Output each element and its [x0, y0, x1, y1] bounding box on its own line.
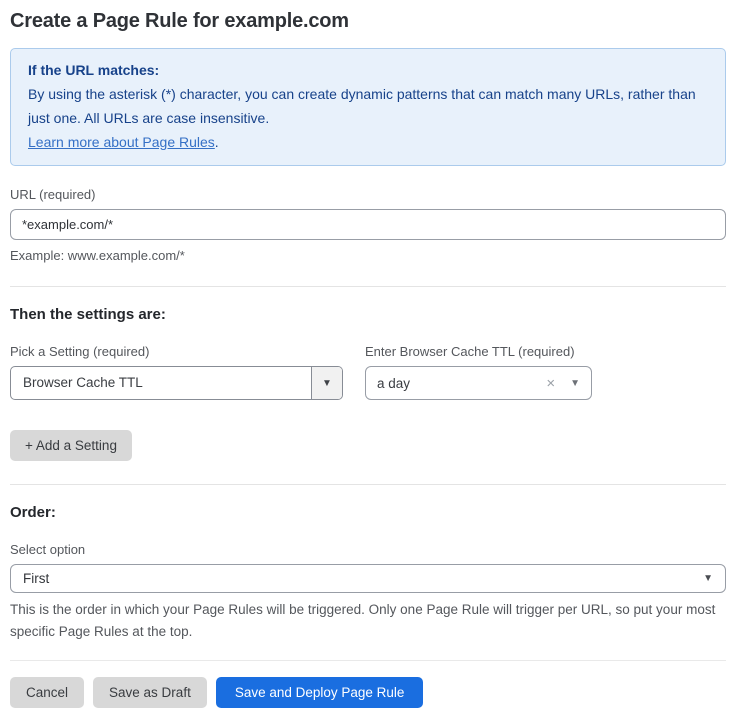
form-actions: Cancel Save as Draft Save and Deploy Pag…: [10, 677, 726, 708]
url-match-info-callout: If the URL matches: By using the asteris…: [10, 48, 726, 166]
setting-picker-group: Pick a Setting (required) Browser Cache …: [10, 344, 343, 400]
setting-picker-label: Pick a Setting (required): [10, 344, 343, 359]
setting-picker-select[interactable]: Browser Cache TTL ▼: [10, 366, 343, 400]
ttl-picker-label: Enter Browser Cache TTL (required): [365, 344, 592, 359]
caret-down-icon: ▼: [570, 378, 580, 389]
add-setting-button[interactable]: + Add a Setting: [10, 430, 132, 461]
order-section-heading: Order:: [10, 504, 726, 521]
info-callout-body: By using the asterisk (*) character, you…: [28, 82, 708, 130]
settings-section-heading: Then the settings are:: [10, 306, 726, 323]
divider: [10, 660, 726, 661]
order-help-text: This is the order in which your Page Rul…: [10, 599, 726, 643]
setting-picker-value: Browser Cache TTL: [11, 367, 311, 399]
learn-more-link[interactable]: Learn more about Page Rules: [28, 134, 215, 150]
page-title: Create a Page Rule for example.com: [10, 10, 726, 33]
settings-row: Pick a Setting (required) Browser Cache …: [10, 344, 726, 400]
url-field-label: URL (required): [10, 187, 726, 202]
url-example-text: Example: www.example.com/*: [10, 248, 726, 263]
order-select-label: Select option: [10, 542, 726, 557]
info-callout-link-line: Learn more about Page Rules.: [28, 130, 708, 154]
ttl-picker-select[interactable]: a day × ▼: [365, 366, 592, 400]
info-callout-heading: If the URL matches:: [28, 58, 708, 82]
save-as-draft-button[interactable]: Save as Draft: [93, 677, 207, 708]
order-select-value: First: [23, 571, 703, 586]
ttl-picker-value: a day: [377, 376, 544, 391]
ttl-picker-group: Enter Browser Cache TTL (required) a day…: [365, 344, 592, 400]
caret-down-icon: ▼: [703, 573, 713, 584]
link-period: .: [215, 134, 219, 150]
clear-icon[interactable]: ×: [544, 374, 557, 393]
cancel-button[interactable]: Cancel: [10, 677, 84, 708]
divider: [10, 286, 726, 287]
divider: [10, 484, 726, 485]
page-rule-form: Create a Page Rule for example.com If th…: [0, 0, 736, 722]
url-input[interactable]: [10, 209, 726, 240]
caret-down-icon: ▼: [311, 367, 342, 399]
order-select[interactable]: First ▼: [10, 564, 726, 593]
save-and-deploy-button[interactable]: Save and Deploy Page Rule: [216, 677, 424, 708]
